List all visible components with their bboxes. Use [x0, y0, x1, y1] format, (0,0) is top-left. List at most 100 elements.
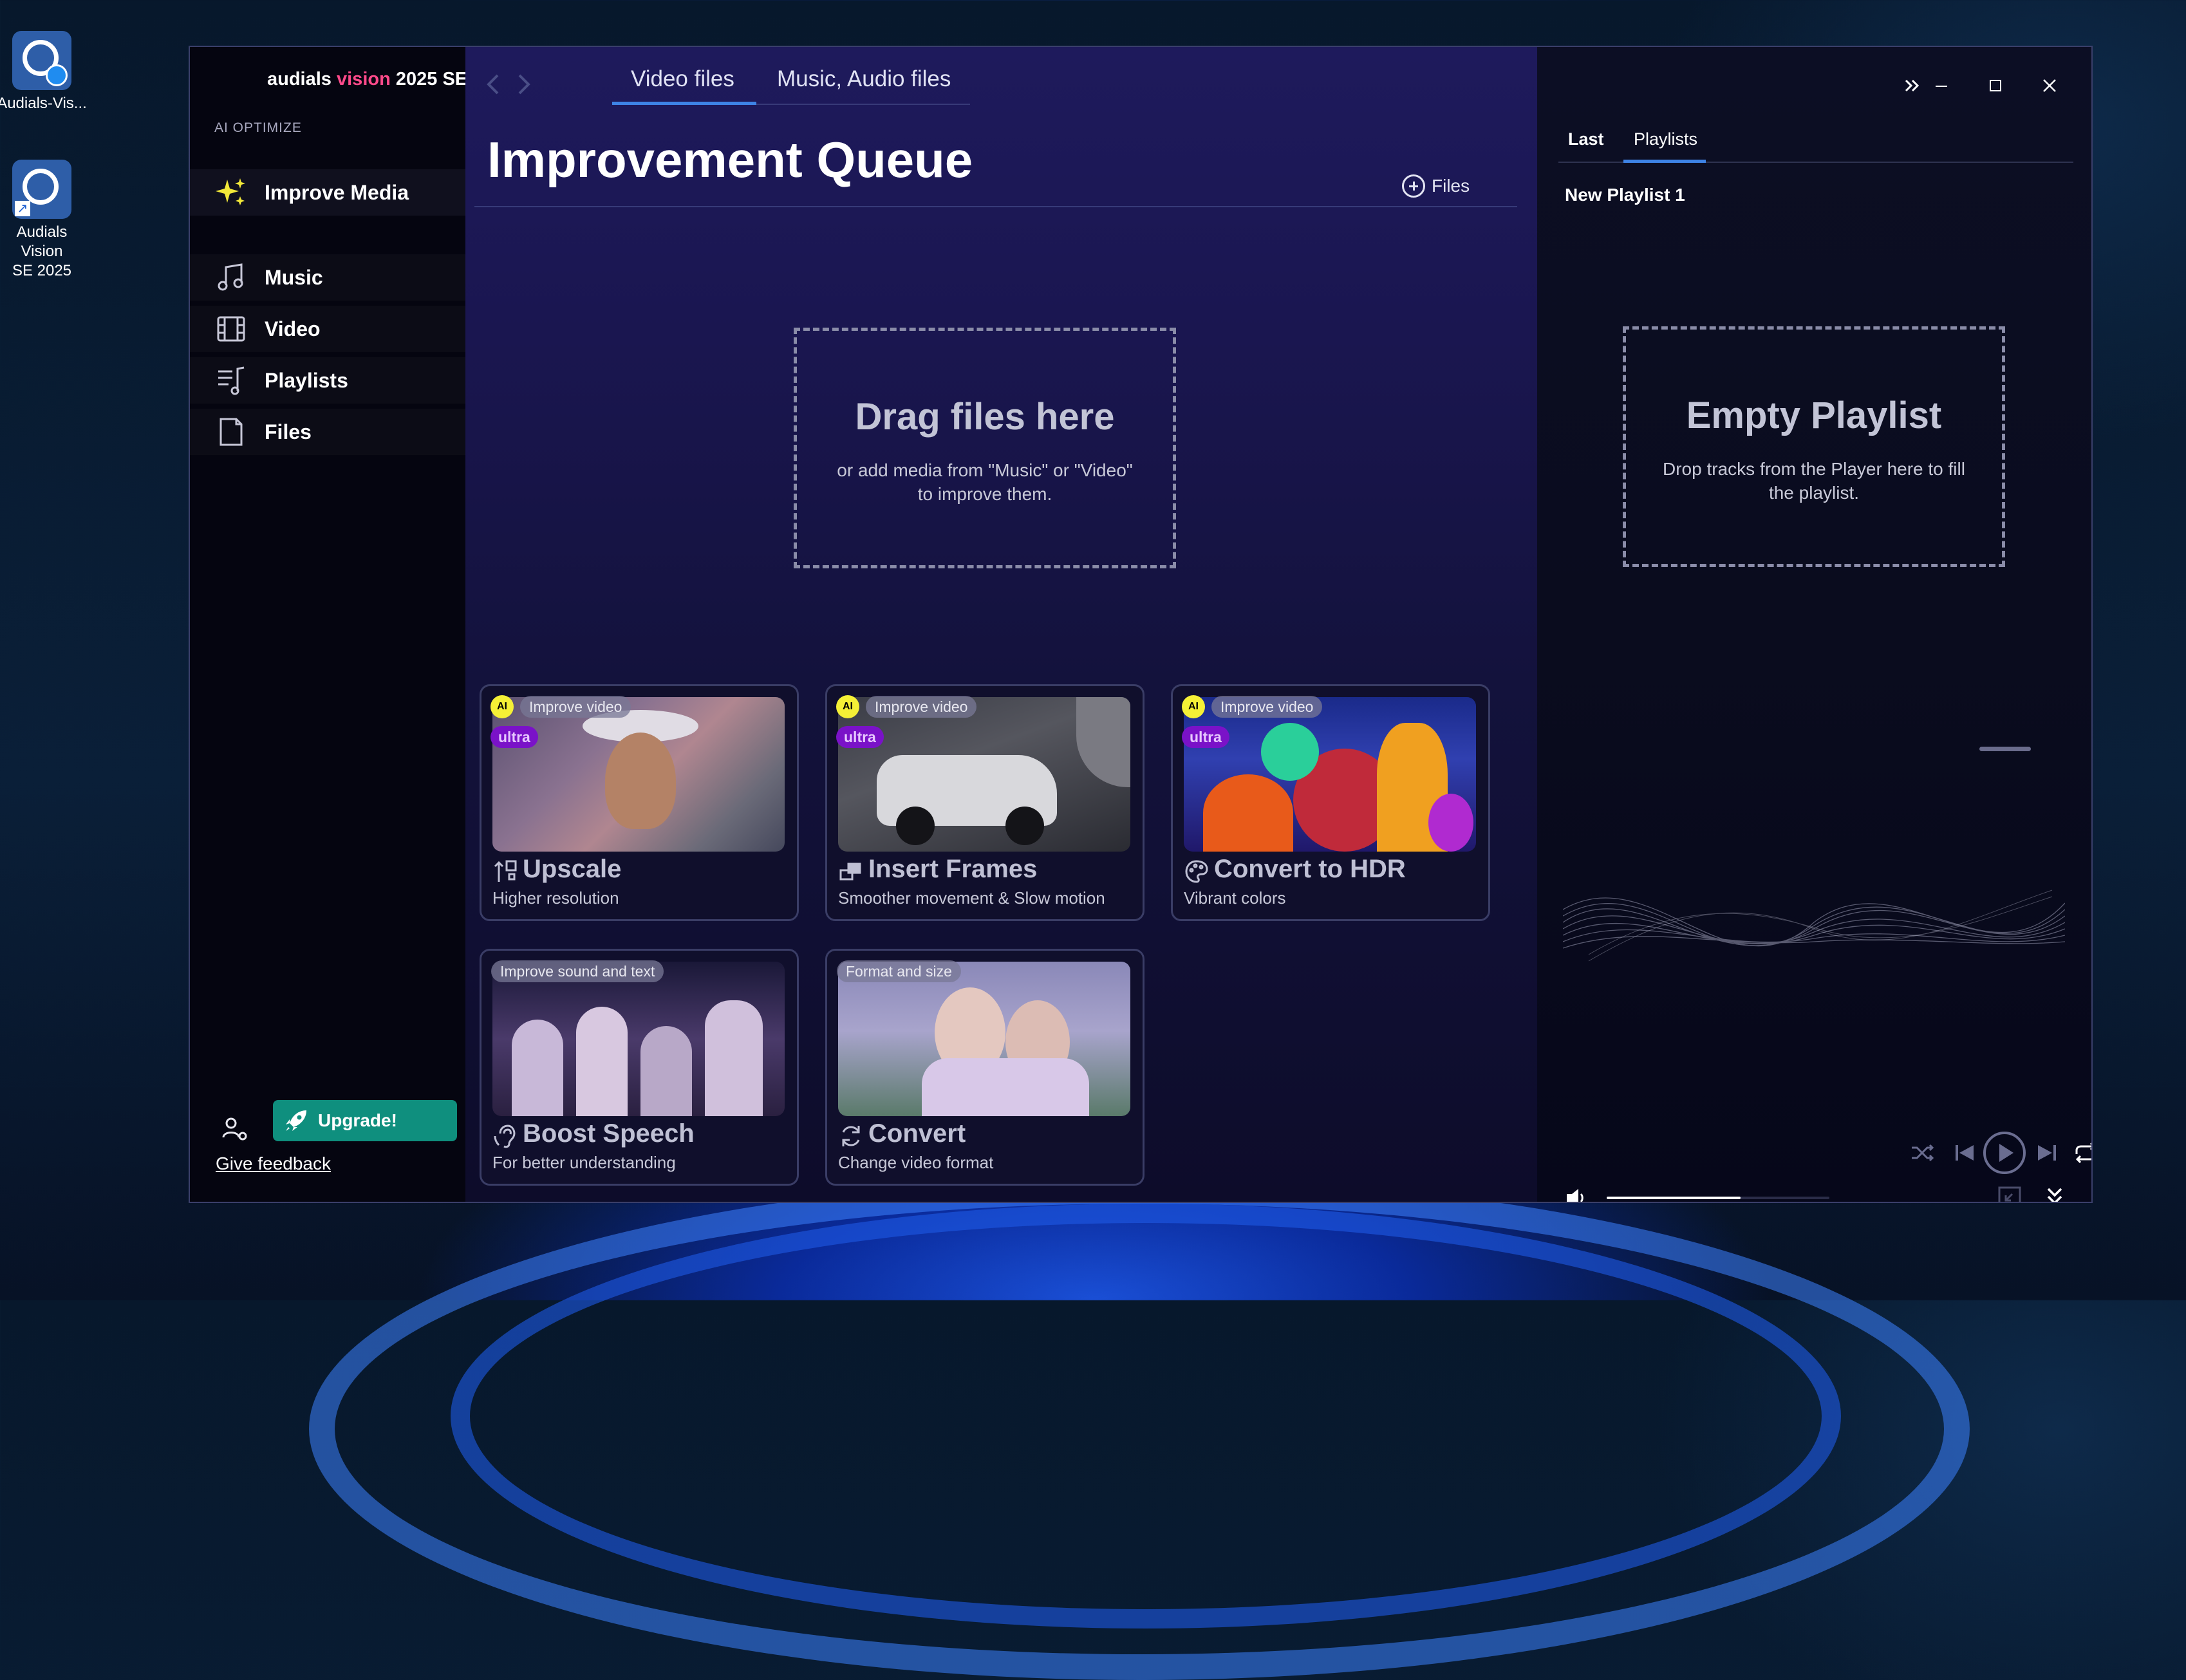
card-image — [1184, 697, 1476, 852]
sidebar-item-label: Playlists — [265, 368, 348, 392]
chevron-left-icon — [487, 74, 499, 95]
skip-back-icon — [1956, 1145, 1974, 1161]
app-brand: audials vision 2025 SE — [267, 69, 468, 89]
empty-playlist-title: Empty Playlist — [1686, 395, 1942, 436]
ai-badge-icon: AI — [1182, 695, 1205, 718]
tab-video-files[interactable]: Video files — [631, 66, 734, 92]
volume-slider-track[interactable] — [1607, 1197, 1829, 1199]
drop-zone-subtitle: to improve them. — [917, 484, 1052, 504]
next-button[interactable] — [2034, 1140, 2060, 1169]
sparkle-icon — [213, 174, 249, 210]
back-button[interactable] — [477, 65, 509, 104]
plus-circle-icon — [1402, 174, 1425, 198]
card-image — [492, 697, 785, 852]
card-category-pill: Improve video — [866, 696, 977, 718]
skip-forward-icon — [2038, 1145, 2056, 1161]
maximize-button[interactable] — [1976, 66, 2015, 105]
add-files-button[interactable]: Files — [1402, 174, 1470, 198]
wallpaper-wave — [309, 1178, 1970, 1680]
playlist-name: New Playlist 1 — [1565, 185, 1685, 205]
active-tab-indicator — [612, 102, 756, 105]
minimize-button[interactable] — [1922, 66, 1961, 105]
sidebar-item-label: Video — [265, 317, 321, 341]
give-feedback-link[interactable]: Give feedback — [216, 1153, 331, 1174]
card-title: Boost Speech — [523, 1119, 695, 1148]
sidebar-item-video[interactable]: Video — [190, 306, 465, 352]
maximize-icon — [1990, 80, 2001, 91]
card-title: Convert to HDR — [1214, 855, 1406, 883]
player-panel: Last Playlists New Playlist 1 Empty Play… — [1537, 47, 2091, 1202]
repeat-button[interactable] — [2073, 1140, 2091, 1169]
resize-handle[interactable] — [1979, 747, 2031, 751]
speaker-icon[interactable] — [1563, 1185, 1589, 1202]
card-upscale[interactable]: AI Improve video ultra Upscale Higher re… — [480, 684, 799, 921]
desktop-icon-label: Audials Vision — [16, 223, 68, 260]
double-chevron-down-icon[interactable] — [2043, 1184, 2066, 1202]
card-image — [838, 962, 1130, 1116]
drop-zone[interactable]: Drag files here or add media from "Music… — [794, 328, 1176, 568]
minimize-icon — [1936, 86, 1947, 87]
tab-last[interactable]: Last — [1568, 129, 1604, 149]
film-icon — [213, 311, 249, 347]
card-insert-frames[interactable]: AI Improve video ultra Insert Frames Smo… — [825, 684, 1144, 921]
audials-app-icon: ↗ — [12, 160, 71, 219]
forward-button[interactable] — [508, 65, 540, 104]
desktop-icon-audials-vision[interactable]: ↗ Audials Vision SE 2025 — [0, 160, 90, 281]
tab-music-audio-files[interactable]: Music, Audio files — [777, 66, 951, 92]
sidebar-item-label: Music — [265, 265, 323, 289]
palette-icon — [1184, 859, 1210, 884]
ai-badge-icon: AI — [490, 695, 514, 718]
waveform-visual — [1563, 890, 2065, 962]
desktop-icon-audials-installer[interactable]: Audials-Vis... — [0, 31, 90, 113]
chevron-right-icon — [518, 74, 530, 95]
app-window: audials vision 2025 SE AI OPTIMIZE Impro… — [189, 46, 2093, 1203]
card-category-pill: Improve video — [1211, 696, 1323, 718]
card-boost-speech[interactable]: Improve sound and text Boost Speech For … — [480, 949, 799, 1186]
shuffle-icon — [1912, 1144, 1934, 1162]
card-title: Insert Frames — [868, 855, 1038, 883]
ear-icon — [492, 1123, 518, 1149]
sidebar-item-label: Files — [265, 420, 312, 443]
ultra-badge: ultra — [836, 726, 884, 748]
convert-icon — [838, 1123, 864, 1149]
shuffle-button[interactable] — [1909, 1140, 1935, 1169]
card-subtitle: Smoother movement & Slow motion — [838, 888, 1105, 908]
card-subtitle: Higher resolution — [492, 888, 619, 908]
tab-playlists[interactable]: Playlists — [1634, 129, 1697, 149]
play-icon — [1983, 1132, 2026, 1174]
user-settings-icon[interactable] — [221, 1115, 249, 1144]
sidebar-item-files[interactable]: Files — [190, 409, 465, 455]
header-divider — [474, 206, 1517, 207]
sidebar: audials vision 2025 SE AI OPTIMIZE Impro… — [190, 47, 468, 1202]
play-button[interactable] — [1983, 1131, 2026, 1178]
card-image — [838, 697, 1130, 852]
sidebar-item-music[interactable]: Music — [190, 254, 465, 301]
upscale-icon — [492, 859, 518, 884]
playlist-icon — [213, 362, 249, 398]
ultra-badge: ultra — [490, 726, 538, 748]
card-convert[interactable]: Format and size Convert Change video for… — [825, 949, 1144, 1186]
card-subtitle: Vibrant colors — [1184, 888, 1286, 908]
desktop-icon-label: Audials-Vis... — [0, 95, 87, 112]
picture-in-picture-icon[interactable] — [1997, 1184, 2024, 1202]
previous-button[interactable] — [1952, 1140, 1977, 1169]
repeat-icon — [2075, 1143, 2091, 1164]
card-convert-to-hdr[interactable]: AI Improve video ultra Convert to HDR Vi… — [1171, 684, 1490, 921]
ultra-badge: ultra — [1182, 726, 1229, 748]
playlist-drop-zone[interactable]: Empty Playlist Drop tracks from the Play… — [1623, 326, 2005, 567]
close-button[interactable] — [2030, 66, 2069, 105]
sidebar-item-label: Improve Media — [265, 180, 409, 204]
wallpaper-wave — [451, 1204, 1841, 1629]
volume-slider-fill — [1607, 1197, 1741, 1199]
shortcut-arrow-icon: ↗ — [15, 201, 30, 216]
card-subtitle: Change video format — [838, 1153, 994, 1172]
empty-playlist-subtitle: Drop tracks from the Player here to fill — [1663, 459, 1965, 479]
audials-app-icon — [12, 31, 71, 90]
double-chevron-right-icon — [1905, 79, 1920, 92]
sidebar-item-playlists[interactable]: Playlists — [190, 357, 465, 404]
card-category-pill: Improve sound and text — [491, 960, 664, 982]
active-tab-indicator — [1623, 160, 1706, 163]
rocket-icon — [283, 1108, 309, 1134]
upgrade-button[interactable]: Upgrade! — [273, 1100, 457, 1141]
sidebar-item-improve-media[interactable]: Improve Media — [190, 169, 465, 216]
